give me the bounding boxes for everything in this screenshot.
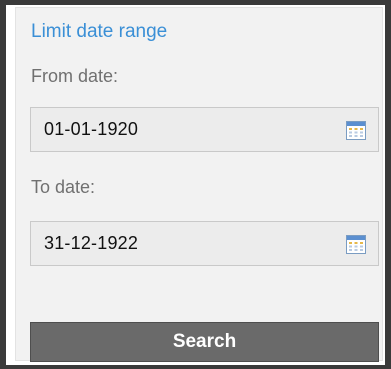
from-date-input[interactable]: 01-01-1920	[30, 107, 379, 152]
calendar-icon[interactable]	[346, 121, 366, 140]
to-date-value: 31-12-1922	[44, 233, 139, 253]
to-date-label: To date:	[31, 177, 96, 197]
date-filter-panel: Limit date range From date: 01-01-1920 T…	[15, 7, 383, 362]
from-date-value: 01-01-1920	[44, 119, 139, 139]
filter-title: Limit date range	[31, 21, 168, 42]
to-date-input[interactable]: 31-12-1922	[30, 221, 379, 266]
search-button[interactable]: Search	[30, 322, 379, 362]
window-frame: Limit date range From date: 01-01-1920 T…	[0, 0, 391, 369]
from-date-label: From date:	[31, 66, 119, 86]
calendar-icon[interactable]	[346, 235, 366, 254]
